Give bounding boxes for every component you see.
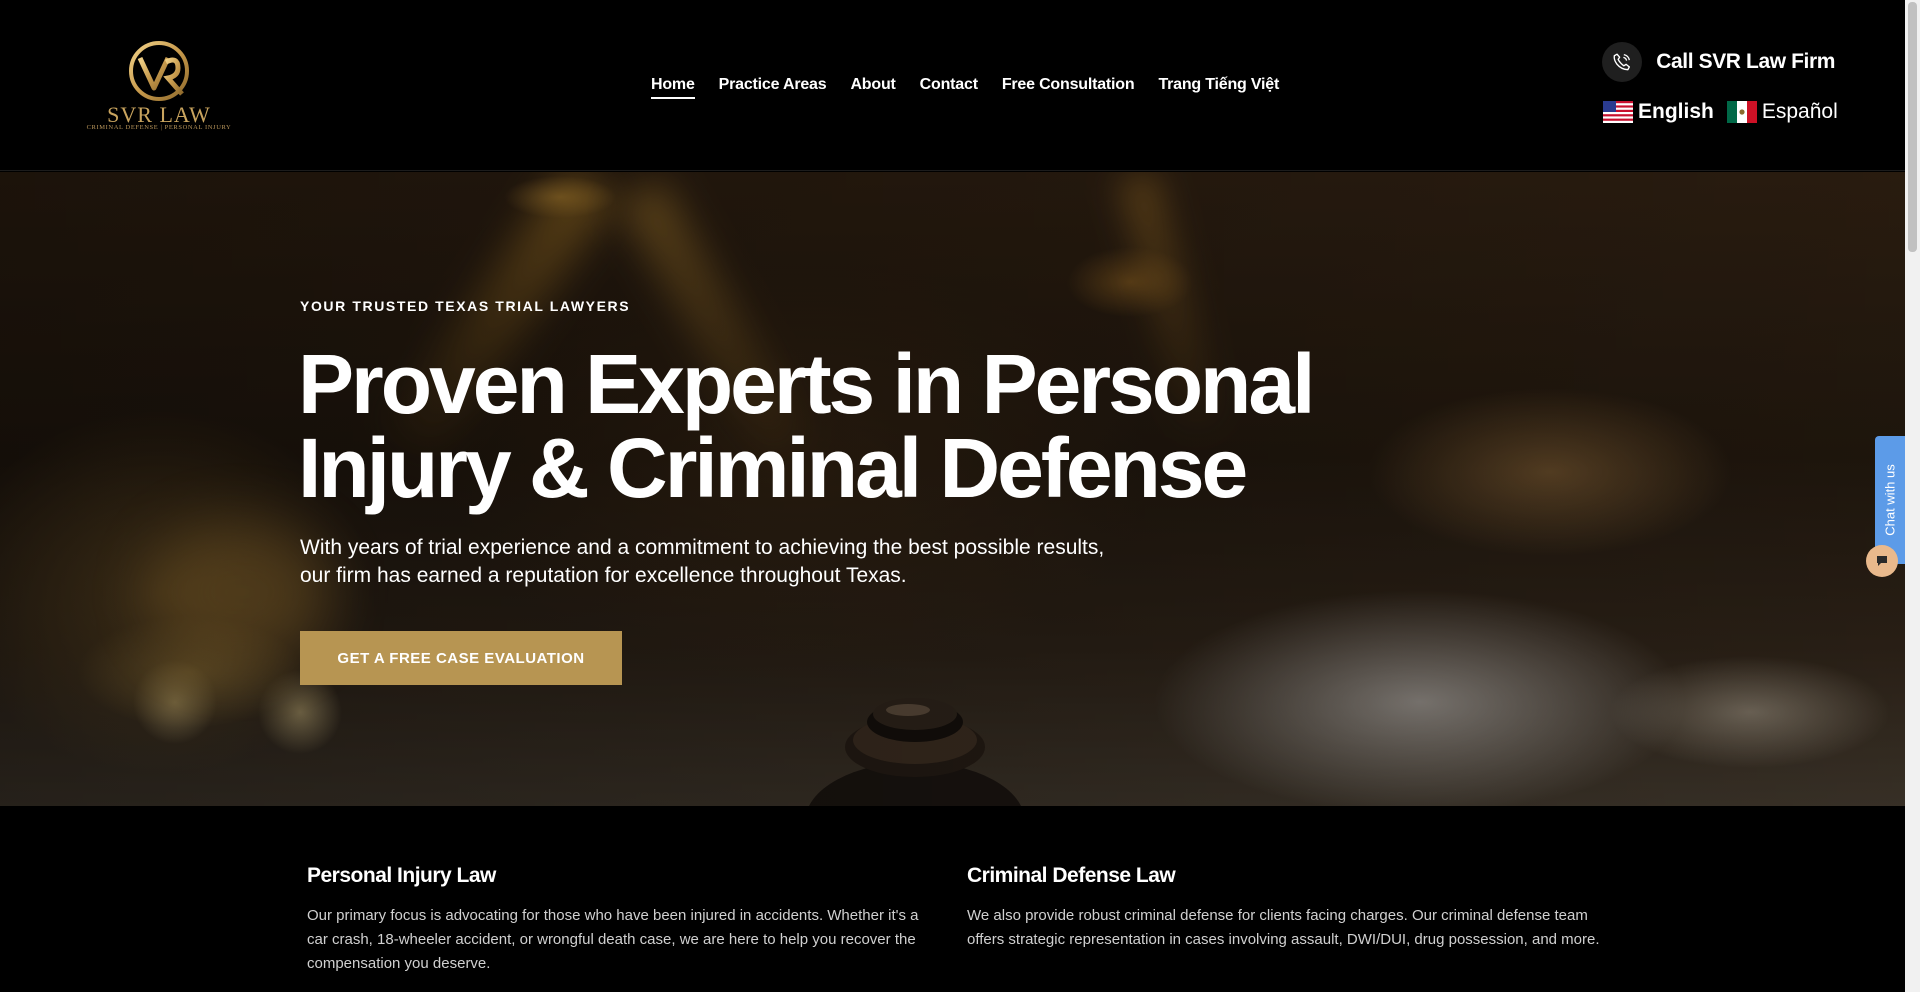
nav-free-consultation[interactable]: Free Consultation xyxy=(1002,76,1135,99)
page-scrollbar[interactable] xyxy=(1905,0,1920,992)
call-label: Call SVR Law Firm xyxy=(1656,50,1835,73)
practice-card-criminal-defense: Criminal Defense Law We also provide rob… xyxy=(967,864,1602,952)
hero-subtext-line-1: With years of trial experience and a com… xyxy=(300,536,1105,559)
nav-about[interactable]: About xyxy=(850,76,895,99)
lang-spanish[interactable]: Español xyxy=(1726,100,1838,124)
free-case-evaluation-button[interactable]: GET A FREE CASE EVALUATION xyxy=(300,631,622,685)
svr-monogram-logo xyxy=(129,41,189,101)
nav-vietnamese-page[interactable]: Trang Tiếng Việt xyxy=(1158,76,1279,99)
hero-eyebrow: YOUR TRUSTED TEXAS TRIAL LAWYERS xyxy=(300,298,631,314)
hero-headline-line-1: Proven Experts in Personal xyxy=(298,337,1315,431)
hero-section: YOUR TRUSTED TEXAS TRIAL LAWYERS Proven … xyxy=(0,172,1905,806)
nav-practice-areas[interactable]: Practice Areas xyxy=(719,76,827,99)
practice-card-description: Our primary focus is advocating for thos… xyxy=(307,907,919,972)
practice-card-title: Criminal Defense Law xyxy=(967,864,1176,887)
site-logo[interactable]: SVR LAW CRIMINAL DEFENSE | PERSONAL INJU… xyxy=(70,38,248,138)
mexico-flag-icon xyxy=(1726,101,1757,123)
practice-areas-section: Personal Injury Law Our primary focus is… xyxy=(0,806,1905,992)
lang-english-label: English xyxy=(1638,100,1714,123)
nav-home[interactable]: Home xyxy=(651,76,695,99)
hero-subtext-line-2: our firm has earned a reputation for exc… xyxy=(300,564,907,587)
practice-card-title: Personal Injury Law xyxy=(307,864,496,887)
lang-spanish-label: Español xyxy=(1761,100,1838,123)
site-header: SVR LAW CRIMINAL DEFENSE | PERSONAL INJU… xyxy=(0,0,1905,171)
language-switcher: English Español xyxy=(1603,100,1851,124)
hero-headline-line-2: Injury & Criminal Defense xyxy=(298,421,1248,515)
practice-card-personal-injury: Personal Injury Law Our primary focus is… xyxy=(307,864,942,976)
us-flag-icon xyxy=(1603,101,1633,123)
chat-bubble-icon[interactable] xyxy=(1866,545,1898,577)
main-nav: Home Practice Areas About Contact Free C… xyxy=(651,76,1303,99)
call-firm-link[interactable]: Call SVR Law Firm xyxy=(1602,42,1835,82)
phone-icon xyxy=(1602,42,1643,82)
practice-card-description: We also provide robust criminal defense … xyxy=(967,907,1600,948)
chat-tab-label: Chat with us xyxy=(1882,464,1898,536)
nav-contact[interactable]: Contact xyxy=(920,76,978,99)
logo-tagline: CRIMINAL DEFENSE | PERSONAL INJURY xyxy=(86,124,232,131)
hero-headline: Proven Experts in Personal Injury & Crim… xyxy=(298,342,1318,510)
lang-english[interactable]: English xyxy=(1603,100,1714,124)
hero-subtext: With years of trial experience and a com… xyxy=(300,534,1140,590)
scrollbar-thumb[interactable] xyxy=(1908,2,1917,252)
